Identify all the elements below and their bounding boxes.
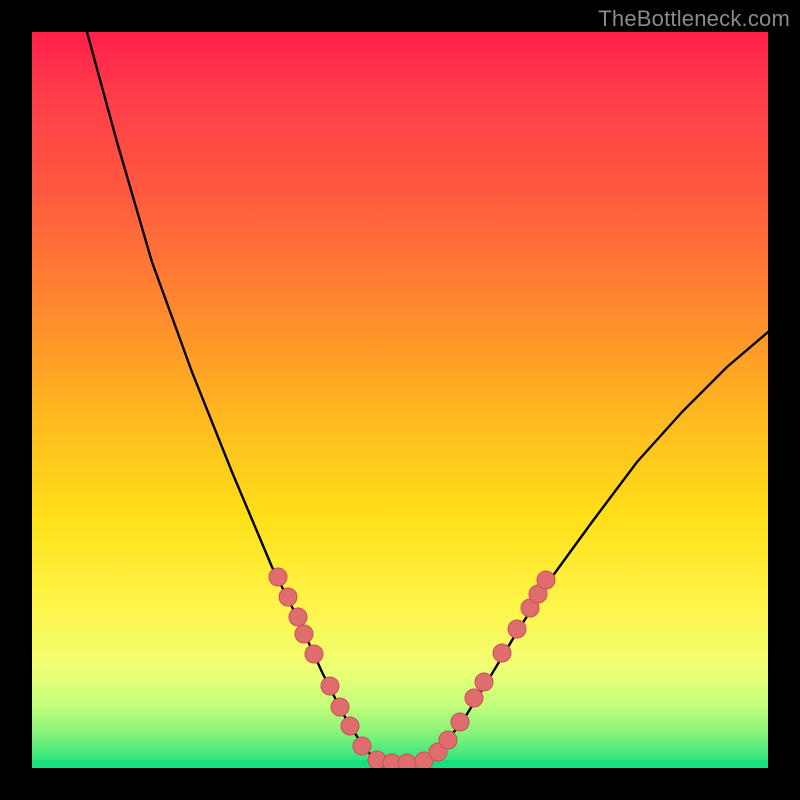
watermark-text: TheBottleneck.com [598, 6, 790, 32]
app-frame: TheBottleneck.com [0, 0, 800, 800]
plot-bottom-green-cap [32, 760, 768, 768]
plot-area [32, 32, 768, 768]
